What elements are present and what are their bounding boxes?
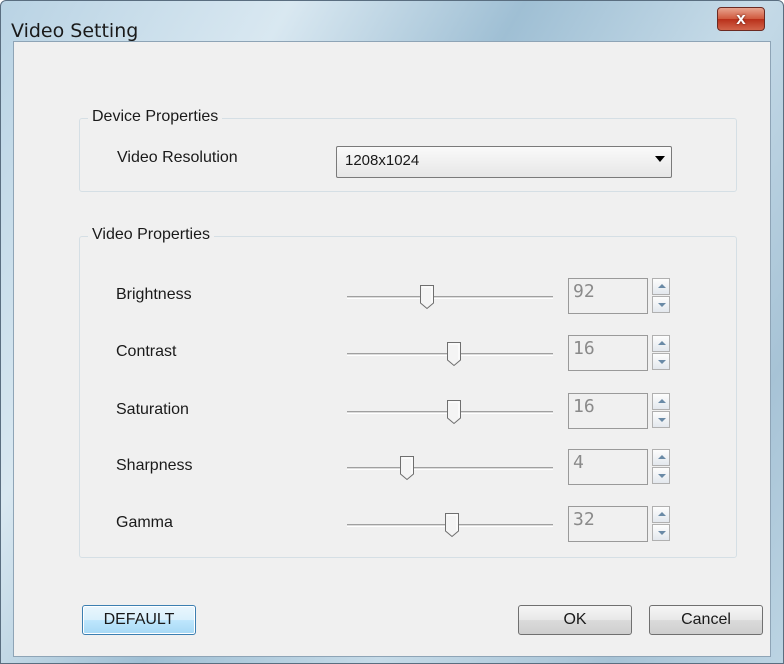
arrow-up-icon	[658, 284, 666, 288]
brightness-label: Brightness	[116, 286, 192, 303]
video-setting-window: Video Setting x Device Properties Video …	[0, 0, 784, 664]
arrow-down-icon	[658, 418, 666, 422]
gamma-spinner[interactable]	[652, 506, 670, 542]
contrast-label: Contrast	[116, 343, 177, 360]
spin-down-button[interactable]	[652, 353, 670, 370]
spin-up-button[interactable]	[652, 335, 670, 352]
chevron-down-icon	[655, 156, 665, 162]
video-properties-group: Video Properties Brightness 92 Contrast 16 S…	[79, 226, 737, 558]
close-button[interactable]: x	[717, 7, 765, 31]
spin-down-button[interactable]	[652, 467, 670, 484]
dialog-body: Device Properties Video Resolution 1208x…	[13, 41, 771, 657]
sharpness-label: Sharpness	[116, 457, 193, 474]
saturation-slider-thumb[interactable]	[446, 399, 462, 425]
saturation-label: Saturation	[116, 401, 189, 418]
arrow-down-icon	[658, 474, 666, 478]
spin-up-button[interactable]	[652, 506, 670, 523]
contrast-spinner[interactable]	[652, 335, 670, 371]
spin-up-button[interactable]	[652, 393, 670, 410]
window-title: Video Setting	[11, 20, 139, 42]
arrow-down-icon	[658, 360, 666, 364]
arrow-up-icon	[658, 455, 666, 459]
arrow-down-icon	[658, 531, 666, 535]
gamma-value-field[interactable]: 32	[568, 506, 648, 542]
video-resolution-value: 1208x1024	[345, 152, 420, 169]
saturation-spinner[interactable]	[652, 393, 670, 429]
sharpness-spinner[interactable]	[652, 449, 670, 485]
arrow-down-icon	[658, 303, 666, 307]
spin-down-button[interactable]	[652, 524, 670, 541]
video-resolution-label: Video Resolution	[117, 149, 238, 166]
device-properties-label: Device Properties	[88, 108, 223, 126]
title-bar[interactable]: Video Setting x	[1, 1, 783, 42]
arrow-up-icon	[658, 512, 666, 516]
brightness-value-field[interactable]: 92	[568, 278, 648, 314]
sharpness-value-field[interactable]: 4	[568, 449, 648, 485]
ok-button[interactable]: OK	[518, 605, 632, 635]
spin-up-button[interactable]	[652, 449, 670, 466]
video-properties-label: Video Properties	[88, 226, 214, 244]
cancel-button[interactable]: Cancel	[649, 605, 763, 635]
arrow-up-icon	[658, 399, 666, 403]
contrast-slider-thumb[interactable]	[446, 341, 462, 367]
device-properties-group: Device Properties Video Resolution 1208x…	[79, 108, 737, 192]
brightness-slider-thumb[interactable]	[419, 284, 435, 310]
brightness-slider-track[interactable]	[347, 296, 553, 299]
saturation-value-field[interactable]: 16	[568, 393, 648, 429]
gamma-label: Gamma	[116, 514, 173, 531]
sharpness-slider-thumb[interactable]	[399, 455, 415, 481]
contrast-value-field[interactable]: 16	[568, 335, 648, 371]
close-icon: x	[736, 9, 746, 28]
spin-up-button[interactable]	[652, 278, 670, 295]
brightness-spinner[interactable]	[652, 278, 670, 314]
sharpness-slider-track[interactable]	[347, 467, 553, 470]
spin-down-button[interactable]	[652, 296, 670, 313]
default-button[interactable]: DEFAULT	[82, 605, 196, 635]
spin-down-button[interactable]	[652, 411, 670, 428]
gamma-slider-thumb[interactable]	[444, 512, 460, 538]
video-resolution-select[interactable]: 1208x1024	[336, 146, 672, 178]
arrow-up-icon	[658, 341, 666, 345]
